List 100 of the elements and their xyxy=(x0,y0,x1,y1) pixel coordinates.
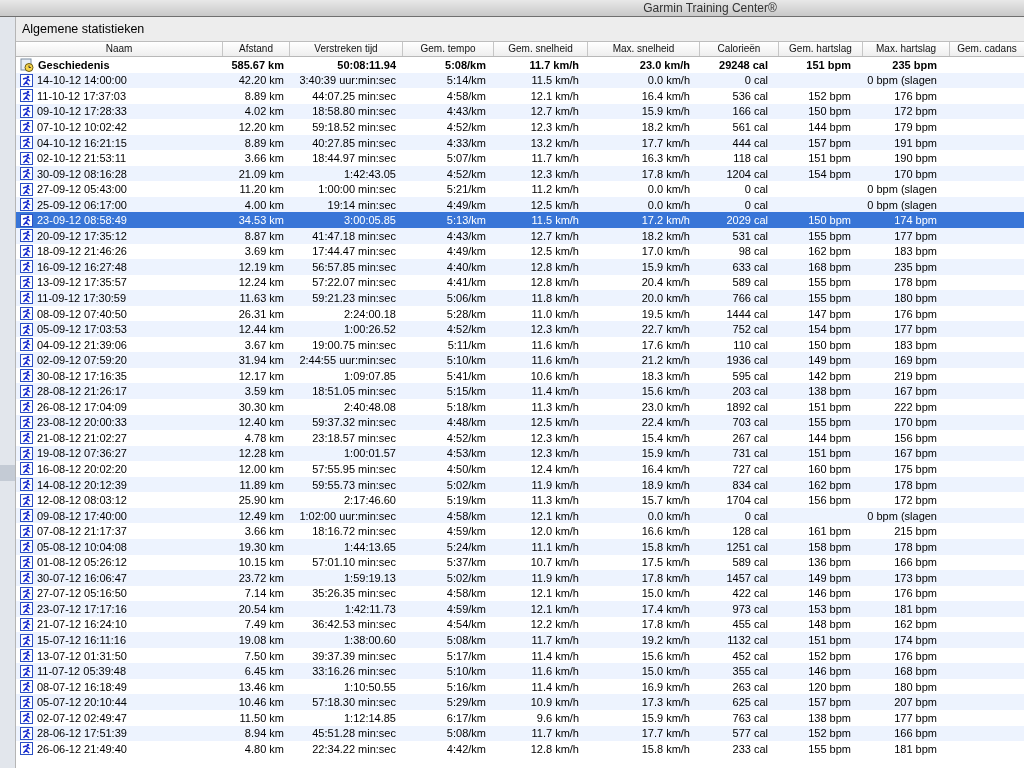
table-cell: 151 bpm xyxy=(808,447,851,460)
activity-name: 05-07-12 20:10:44 xyxy=(37,696,127,709)
activity-row[interactable]: 23-09-12 08:58:49 34.53 km 3:00:05.85 5:13/km 11.5 km/h 17.2 km/h 2029 cal 150 bpm 174 bpm xyxy=(16,212,1024,228)
runner-icon xyxy=(20,742,33,756)
window-title: Garmin Training Center® xyxy=(643,1,777,15)
activity-name: 16-09-12 16:27:48 xyxy=(37,260,127,273)
table-cell: 138 bpm xyxy=(808,711,851,724)
table-cell: 8.89 km xyxy=(244,89,284,102)
table-cell: 155 bpm xyxy=(808,276,851,289)
table-cell: 56:57.85 min:sec xyxy=(312,260,396,273)
activity-row[interactable]: 05-09-12 17:03:53 12.44 km 1:00:26.52 4:52/km 12.3 km/h 22.7 km/h 752 cal 154 bpm 177 bpm xyxy=(16,321,1024,337)
table-cell: 10.46 km xyxy=(238,696,284,709)
table-cell: 152 bpm xyxy=(808,727,851,740)
table-cell: 4:49/km xyxy=(446,245,486,258)
table-cell: 147 bpm xyxy=(808,307,851,320)
activity-name: 30-07-12 16:06:47 xyxy=(37,571,127,584)
table-cell: 15.6 km/h xyxy=(641,649,690,662)
table-cell: 21.2 km/h xyxy=(641,354,690,367)
table-cell: 15.9 km/h xyxy=(641,260,690,273)
activity-row[interactable]: 16-09-12 16:27:48 12.19 km 56:57.85 min:sec 4:40/km 12.8 km/h 15.9 km/h 633 cal 168 bpm 235 bpm xyxy=(16,259,1024,275)
column-header[interactable]: Calorieën xyxy=(700,42,779,56)
column-header[interactable]: Gem. hartslag xyxy=(779,42,863,56)
runner-icon xyxy=(20,136,33,149)
column-header[interactable]: Gem. cadans xyxy=(950,42,1024,56)
table-cell: 177 bpm xyxy=(894,323,937,336)
activity-row[interactable]: 02-09-12 07:59:20 31.94 km 2:44:55 uur:min:sec 5:10/km 11.6 km/h 21.2 km/h 1936 cal 149 bpm 169 bpm xyxy=(16,352,1024,368)
activity-name: 23-08-12 20:00:33 xyxy=(37,416,127,429)
table-cell: 1457 cal xyxy=(726,571,768,584)
table-cell: 35:26.35 min:sec xyxy=(312,587,396,600)
table-cell: 16.6 km/h xyxy=(641,525,690,538)
runner-icon xyxy=(20,649,33,663)
table-cell: 19:00.75 min:sec xyxy=(312,338,396,351)
activity-name: 28-08-12 21:26:17 xyxy=(37,385,127,398)
table-cell: 18.3 km/h xyxy=(641,369,690,382)
table-cell: 158 bpm xyxy=(808,540,851,553)
table-cell: 23.0 km/h xyxy=(641,400,690,413)
table-cell: 18:16.72 min:sec xyxy=(312,525,396,538)
table-cell: 26.31 km xyxy=(238,307,284,320)
table-cell: 11.7 km/h xyxy=(531,152,579,165)
activity-name: 30-08-12 17:16:35 xyxy=(37,369,127,382)
table-cell: 5:08/km xyxy=(446,727,486,740)
table-cell: 4.80 km xyxy=(244,742,284,755)
table-cell: 12.20 km xyxy=(238,120,284,133)
activity-row[interactable]: 15-07-12 16:11:16 19.08 km 1:38:00.60 5:08/km 11.7 km/h 19.2 km/h 1132 cal 151 bpm 174 bpm xyxy=(16,632,1024,648)
activity-row[interactable]: 11-09-12 17:30:59 11.63 km 59:21.23 min:sec 5:06/km 11.8 km/h 20.0 km/h 766 cal 155 bpm 180 bpm xyxy=(16,290,1024,306)
table-cell: 166 bpm xyxy=(894,556,937,569)
table-cell: 154 bpm xyxy=(808,167,851,180)
table-cell: 4:52/km xyxy=(446,431,486,444)
table-cell: 5:11/km xyxy=(447,338,486,351)
activity-row[interactable]: 05-07-12 20:10:44 10.46 km 57:18.30 min:sec 5:29/km 10.9 km/h 17.3 km/h 625 cal 157 bpm 207 bpm xyxy=(16,694,1024,710)
table-cell: 12.5 km/h xyxy=(530,416,579,429)
table-cell: 4.78 km xyxy=(244,431,284,444)
table-cell: 4:59/km xyxy=(446,525,486,538)
table-cell: 11.3 km/h xyxy=(531,494,579,507)
table-cell: 7.49 km xyxy=(244,618,284,631)
table-cell: 4:48/km xyxy=(446,416,486,429)
table-cell: 19.2 km/h xyxy=(641,634,690,646)
table-cell: 177 bpm xyxy=(894,711,937,724)
table-cell: 18:44.97 min:sec xyxy=(312,152,396,165)
table-cell: 577 cal xyxy=(732,727,768,740)
table-cell: 3.59 km xyxy=(244,385,284,398)
column-header[interactable]: Verstreken tijd xyxy=(290,42,403,56)
column-header[interactable]: Naam xyxy=(16,42,223,56)
table-cell: 151 bpm xyxy=(806,58,851,71)
activity-row[interactable]: 20-09-12 17:35:12 8.87 km 41:47.18 min:sec 4:43/km 12.7 km/h 18.2 km/h 531 cal 155 bpm 177 bpm xyxy=(16,228,1024,244)
table-cell: 12.2 km/h xyxy=(530,618,579,631)
table-cell: 1892 cal xyxy=(726,400,768,413)
runner-icon xyxy=(20,120,33,134)
runner-icon xyxy=(20,415,33,429)
column-header[interactable]: Gem. tempo xyxy=(403,42,494,56)
table-cell: 10.6 km/h xyxy=(530,369,579,382)
sidebar-handle[interactable] xyxy=(0,464,15,481)
column-header[interactable]: Gem. snelheid xyxy=(494,42,588,56)
table-cell: 57:01.10 min:sec xyxy=(312,556,396,569)
table-cell: 752 cal xyxy=(732,323,768,336)
activity-name: 27-07-12 05:16:50 xyxy=(37,587,127,600)
runner-icon xyxy=(20,89,33,103)
column-header[interactable]: Max. snelheid xyxy=(588,42,700,56)
table-cell: 834 cal xyxy=(732,478,768,491)
table-cell: 34.53 km xyxy=(238,214,284,227)
activity-row[interactable]: 28-08-12 21:26:17 3.59 km 18:51.05 min:sec 5:15/km 11.4 km/h 15.6 km/h 203 cal 138 bpm 167 bpm xyxy=(16,383,1024,400)
table-cell: 12.0 km/h xyxy=(530,525,579,538)
activity-row[interactable]: 30-07-12 16:06:47 23.72 km 1:59:19.13 5:02/km 11.9 km/h 17.8 km/h 1457 cal 149 bpm 173 bpm xyxy=(16,570,1024,586)
table-cell: 15.0 km/h xyxy=(641,665,690,678)
table-cell: 10.9 km/h xyxy=(530,696,579,709)
table-cell: 766 cal xyxy=(732,291,768,304)
table-cell: 152 bpm xyxy=(808,89,851,102)
table-cell: 5:19/km xyxy=(446,494,486,507)
activity-row[interactable]: 23-07-12 17:17:16 20.54 km 1:42:11.73 4:59/km 12.1 km/h 17.4 km/h 973 cal 153 bpm 181 bpm xyxy=(16,601,1024,617)
column-header[interactable]: Max. hartslag xyxy=(863,42,950,56)
runner-icon xyxy=(20,307,33,320)
activity-name: 07-08-12 21:17:37 xyxy=(37,525,127,538)
column-header[interactable]: Afstand xyxy=(223,42,290,56)
table-cell: 172 bpm xyxy=(894,105,937,118)
runner-icon xyxy=(20,478,33,492)
runner-icon xyxy=(20,586,33,600)
table-cell: 174 bpm xyxy=(894,214,937,227)
table-cell: 1:00:00 min:sec xyxy=(318,183,396,196)
activity-row[interactable]: 11-07-12 05:39:48 6.45 km 33:16.26 min:sec 5:10/km 11.6 km/h 15.0 km/h 355 cal 146 bpm 168 bpm xyxy=(16,663,1024,679)
table-cell: 4:58/km xyxy=(446,509,486,522)
